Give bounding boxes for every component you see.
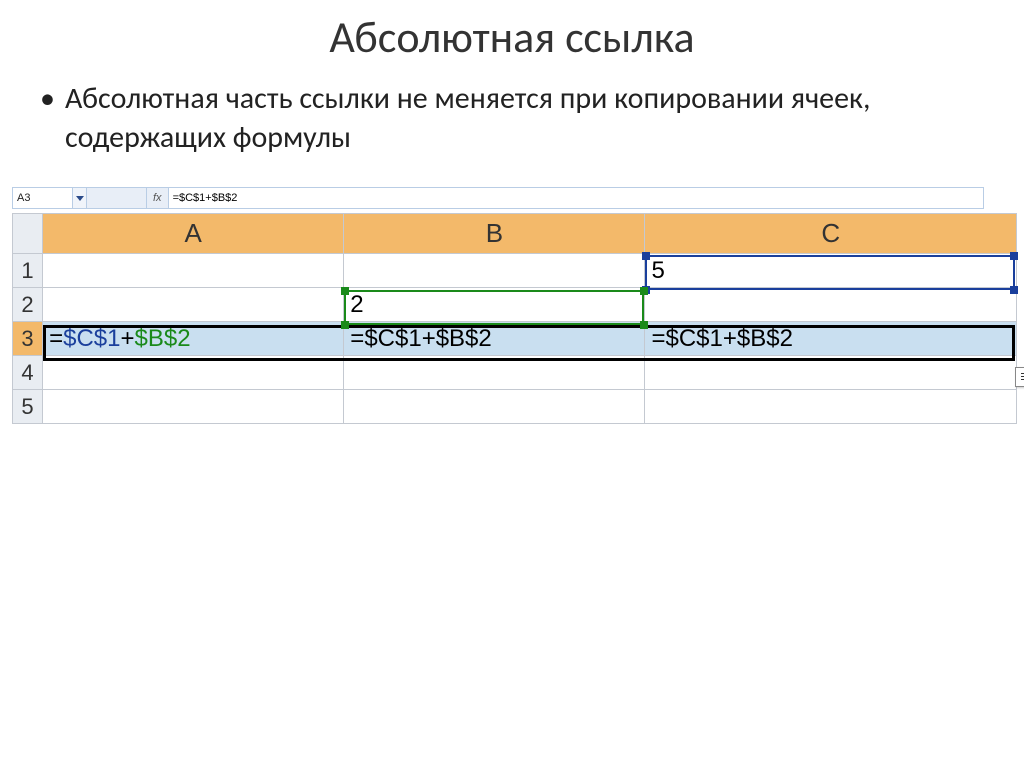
col-header-C[interactable]: C [645, 214, 1017, 254]
fx-label[interactable]: fx [147, 188, 169, 208]
row-header-3[interactable]: 3 [13, 322, 43, 356]
a3-eq: = [49, 325, 63, 352]
cell-B4[interactable] [344, 356, 645, 390]
cell-A4[interactable] [43, 356, 344, 390]
row-header-4[interactable]: 4 [13, 356, 43, 390]
spreadsheet: A3 fx =$C$1+$B$2 A B C 1 [12, 187, 984, 424]
name-box[interactable]: A3 [13, 188, 73, 208]
formula-input[interactable]: =$C$1+$B$2 [169, 188, 983, 208]
cell-C4[interactable] [645, 356, 1017, 390]
cell-B3[interactable]: =$C$1+$B$2 [344, 322, 645, 356]
cell-C5[interactable] [645, 390, 1017, 424]
col-header-B[interactable]: B [344, 214, 645, 254]
a3-plus: + [121, 325, 135, 352]
row-header-1[interactable]: 1 [13, 254, 43, 288]
row-header-2[interactable]: 2 [13, 288, 43, 322]
a3-ref2: $B$2 [135, 325, 191, 352]
cell-B1[interactable] [344, 254, 645, 288]
bullet-text: Абсолютная часть ссылки не меняется при … [40, 79, 984, 157]
cell-A5[interactable] [43, 390, 344, 424]
cell-A1[interactable] [43, 254, 344, 288]
chevron-down-icon [76, 196, 84, 201]
formula-bar: A3 fx =$C$1+$B$2 [12, 187, 984, 209]
row-header-5[interactable]: 5 [13, 390, 43, 424]
cell-C3[interactable]: =$C$1+$B$2 [645, 322, 1017, 356]
cell-A3[interactable]: =$C$1+$B$2 [43, 322, 344, 356]
autofill-options-icon[interactable] [1015, 367, 1024, 387]
cell-A2[interactable] [43, 288, 344, 322]
cell-C2[interactable] [645, 288, 1017, 322]
col-header-A[interactable]: A [43, 214, 344, 254]
formula-bar-gap [87, 188, 147, 208]
cell-C1[interactable]: 5 [645, 254, 1017, 288]
name-box-dropdown[interactable] [73, 188, 87, 208]
cell-B5[interactable] [344, 390, 645, 424]
a3-ref1: $C$1 [63, 325, 120, 352]
select-all-corner[interactable] [13, 214, 43, 254]
slide-title: Абсолютная ссылка [40, 10, 984, 64]
grid: A B C 1 5 2 2 3 =$C$1+$B$2 =$C$1+$B$2 =$… [12, 213, 1017, 424]
cell-B2[interactable]: 2 [344, 288, 645, 322]
